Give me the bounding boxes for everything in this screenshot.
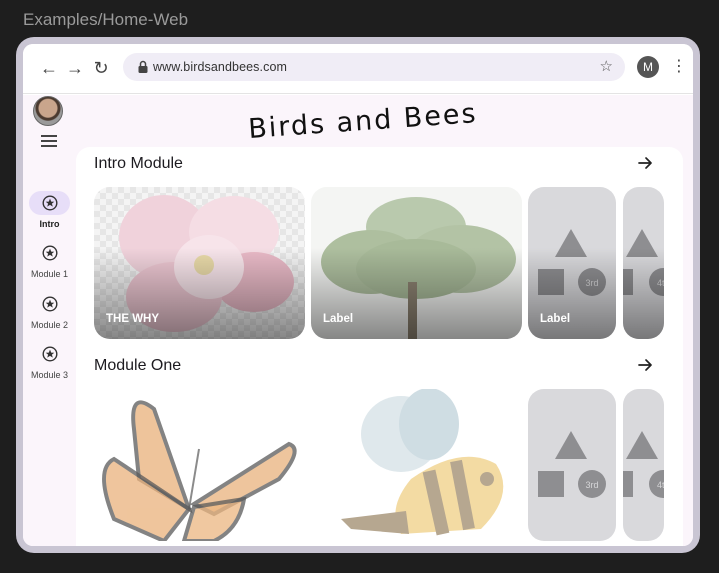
frame-title: Examples/Home-Web: [23, 10, 189, 29]
reload-button[interactable]: ↻: [89, 56, 113, 80]
card-label: Label: [323, 313, 354, 325]
module-card[interactable]: 3rd Label: [528, 187, 616, 339]
nav-label: Intro: [39, 219, 60, 229]
card-shade: [94, 247, 305, 339]
module-card[interactable]: [94, 389, 305, 541]
section-title: Module One: [94, 357, 182, 374]
logo-text: Birds and Bees: [247, 98, 478, 143]
browser-window: ← → ↻ www.birdsandbees.com ☆ M ⋮ Intro M…: [23, 44, 693, 546]
card-shade: [623, 247, 664, 339]
nav-label: Module 3: [30, 370, 69, 380]
bookmark-star-icon[interactable]: ☆: [600, 57, 613, 75]
nav-label: Module 2: [30, 320, 69, 330]
star-circle-icon: [42, 296, 58, 312]
lock-icon: [138, 60, 148, 73]
back-button[interactable]: ←: [37, 56, 61, 80]
arrow-right-icon[interactable]: [636, 154, 654, 172]
back-arrow-icon: ←: [40, 58, 58, 78]
card-shade: [528, 247, 616, 339]
browser-menu-icon[interactable]: ⋮: [671, 56, 687, 78]
browser-toolbar: ← → ↻ www.birdsandbees.com ☆ M ⋮: [23, 44, 693, 94]
content-panel: Intro Module THE WHY Label Label Module …: [76, 147, 683, 546]
star-circle-icon: [42, 195, 58, 211]
url-text: www.birdsandbees.com: [153, 60, 288, 74]
butterfly-image: [102, 400, 297, 541]
star-circle-icon: [42, 346, 58, 362]
hamburger-menu-icon[interactable]: [41, 135, 57, 149]
module-card[interactable]: 3rd: [528, 389, 616, 541]
placeholder-shapes-image: 3rd: [538, 431, 606, 498]
profile-avatar[interactable]: M: [637, 56, 659, 78]
star-circle-icon: [42, 245, 58, 261]
module-card[interactable]: THE WHY: [94, 187, 305, 339]
square-icon: [538, 471, 564, 497]
forward-button[interactable]: →: [63, 56, 87, 80]
nav-label: Module 1: [30, 269, 69, 279]
navigation-rail: Intro Module 1 Module 2 Module 3: [23, 95, 76, 546]
nav-item-module-1[interactable]: Module 1: [23, 241, 76, 285]
section-title: Intro Module: [94, 155, 183, 172]
triangle-icon: [555, 431, 587, 459]
address-bar[interactable]: www.birdsandbees.com ☆: [123, 53, 625, 81]
placeholder-shapes-image: 4t: [623, 431, 664, 498]
module-card[interactable]: 4t: [623, 187, 664, 339]
module-card[interactable]: 4t: [623, 389, 664, 541]
app-body: Intro Module 1 Module 2 Module 3 Birds a…: [23, 95, 693, 546]
reload-icon: ↻: [93, 58, 109, 78]
user-avatar[interactable]: [33, 96, 63, 126]
app-logo: Birds and Bees: [247, 98, 478, 143]
bee-image: [341, 389, 504, 536]
nav-item-module-3[interactable]: Module 3: [23, 342, 76, 386]
svg-text:3rd: 3rd: [585, 480, 598, 490]
triangle-icon: [626, 431, 658, 459]
module-card[interactable]: Label: [311, 187, 522, 339]
card-label: Label: [540, 313, 571, 325]
nav-item-module-2[interactable]: Module 2: [23, 292, 76, 336]
square-icon: [623, 471, 633, 497]
module-card[interactable]: [311, 389, 522, 541]
card-label: THE WHY: [106, 313, 160, 325]
svg-text:4t: 4t: [657, 480, 664, 490]
card-shade: [311, 247, 522, 339]
nav-item-intro[interactable]: Intro: [23, 191, 76, 235]
arrow-right-icon[interactable]: [636, 356, 654, 374]
forward-arrow-icon: →: [66, 58, 84, 78]
